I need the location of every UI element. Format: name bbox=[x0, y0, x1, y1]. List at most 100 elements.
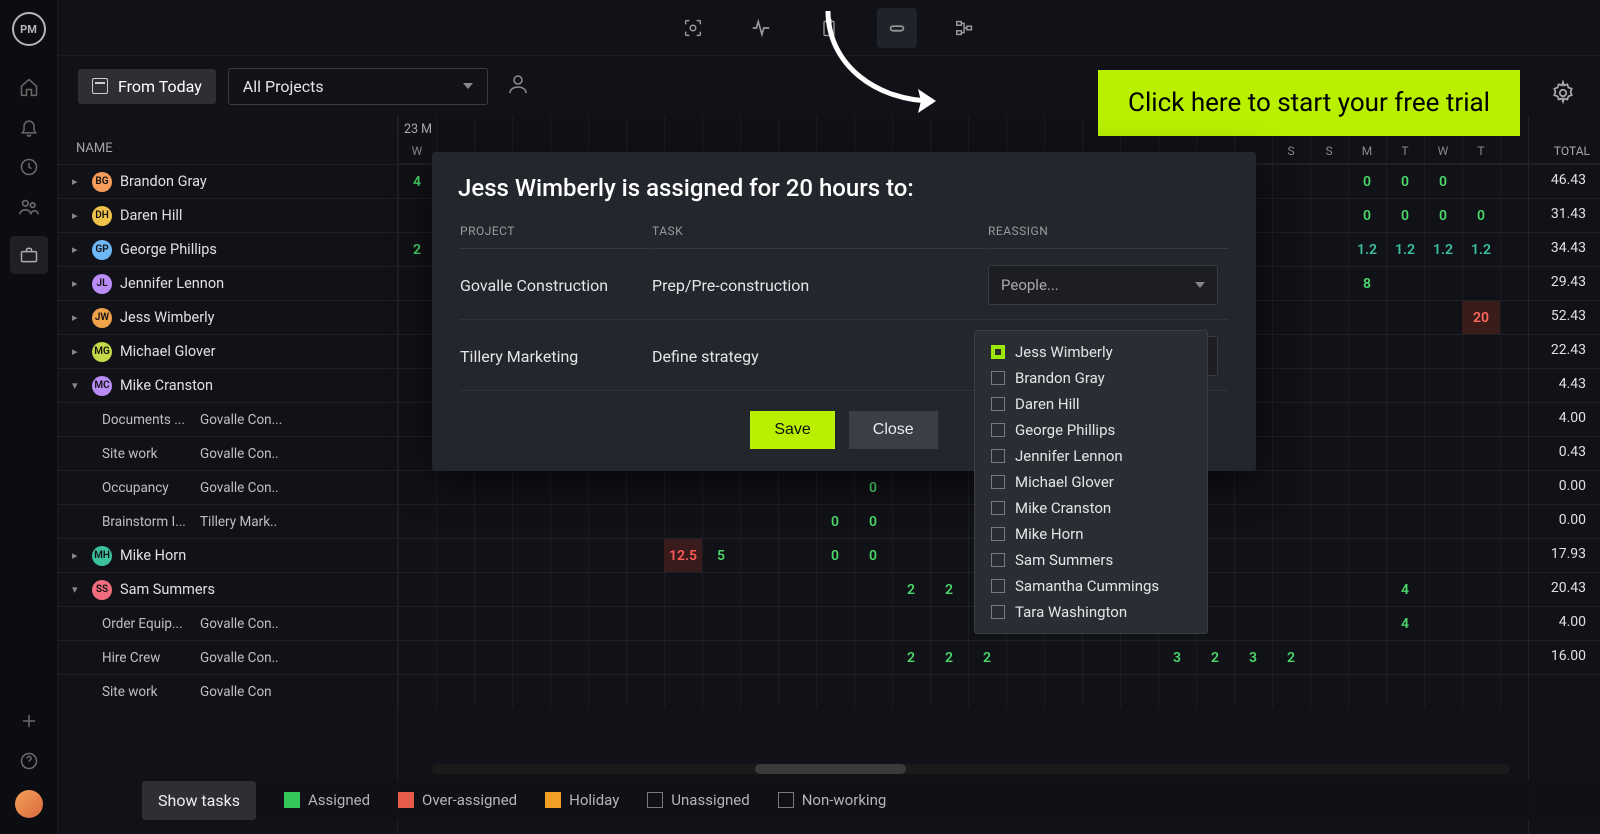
task-row[interactable]: Site workGovalle Con.. bbox=[58, 436, 397, 470]
hours-cell[interactable]: 2 bbox=[968, 641, 1006, 674]
help-icon[interactable] bbox=[18, 750, 40, 772]
dropdown-option[interactable]: George Phillips bbox=[975, 417, 1207, 443]
briefcase-icon[interactable] bbox=[10, 236, 48, 274]
checkbox[interactable] bbox=[991, 605, 1005, 619]
task-row[interactable]: Brainstorm I...Tillery Mark.. bbox=[58, 504, 397, 538]
person-row[interactable]: ▸MHMike Horn bbox=[58, 538, 397, 572]
dropdown-option[interactable]: Jennifer Lennon bbox=[975, 443, 1207, 469]
chevron-down-icon[interactable]: ▾ bbox=[72, 379, 84, 392]
hours-cell[interactable]: 0 bbox=[1424, 199, 1462, 232]
clock-icon[interactable] bbox=[18, 156, 40, 178]
hours-cell[interactable]: 2 bbox=[1196, 641, 1234, 674]
hours-cell[interactable]: 2 bbox=[398, 233, 436, 266]
chevron-right-icon[interactable]: ▸ bbox=[72, 209, 84, 222]
hours-cell[interactable]: 2 bbox=[930, 641, 968, 674]
hours-cell[interactable]: 0 bbox=[1386, 199, 1424, 232]
chevron-right-icon[interactable]: ▸ bbox=[72, 277, 84, 290]
task-row[interactable]: OccupancyGovalle Con.. bbox=[58, 470, 397, 504]
hours-cell[interactable]: 1.2 bbox=[1348, 233, 1386, 266]
chevron-right-icon[interactable]: ▸ bbox=[72, 345, 84, 358]
task-row[interactable]: Order Equip...Govalle Con.. bbox=[58, 606, 397, 640]
dropdown-option[interactable]: Mike Horn bbox=[975, 521, 1207, 547]
checkbox[interactable] bbox=[991, 553, 1005, 567]
person-row[interactable]: ▸JLJennifer Lennon bbox=[58, 266, 397, 300]
checkbox[interactable] bbox=[991, 449, 1005, 463]
task-row[interactable]: Site workGovalle Con bbox=[58, 674, 397, 708]
scan-icon[interactable] bbox=[673, 8, 713, 48]
person-row[interactable]: ▸JWJess Wimberly bbox=[58, 300, 397, 334]
dropdown-option[interactable]: Mike Cranston bbox=[975, 495, 1207, 521]
chevron-right-icon[interactable]: ▸ bbox=[72, 175, 84, 188]
person-filter-icon[interactable] bbox=[506, 72, 530, 100]
dropdown-option[interactable]: Michael Glover bbox=[975, 469, 1207, 495]
horizontal-scrollbar[interactable] bbox=[432, 764, 1510, 774]
bell-icon[interactable] bbox=[18, 116, 40, 138]
person-row[interactable]: ▸GPGeorge Phillips bbox=[58, 232, 397, 266]
hours-cell[interactable]: 4 bbox=[1386, 607, 1424, 640]
hours-cell[interactable]: 2 bbox=[930, 573, 968, 606]
activity-icon[interactable] bbox=[741, 8, 781, 48]
hours-cell[interactable]: 0 bbox=[1386, 165, 1424, 198]
hours-cell[interactable]: 3 bbox=[1158, 641, 1196, 674]
home-icon[interactable] bbox=[18, 76, 40, 98]
checkbox[interactable] bbox=[991, 475, 1005, 489]
from-today-button[interactable]: From Today bbox=[78, 69, 216, 104]
hours-cell[interactable]: 0 bbox=[1348, 165, 1386, 198]
dropdown-option[interactable]: Tara Washington bbox=[975, 599, 1207, 625]
chevron-down-icon[interactable]: ▾ bbox=[72, 583, 84, 596]
hours-cell[interactable]: 2 bbox=[892, 641, 930, 674]
checkbox[interactable] bbox=[991, 371, 1005, 385]
hours-cell[interactable]: 0 bbox=[816, 505, 854, 538]
flow-icon[interactable] bbox=[945, 8, 985, 48]
hours-cell[interactable]: 0 bbox=[854, 505, 892, 538]
hours-cell[interactable]: 0 bbox=[1424, 165, 1462, 198]
checkbox[interactable] bbox=[991, 501, 1005, 515]
chevron-right-icon[interactable]: ▸ bbox=[72, 243, 84, 256]
reassign-select[interactable]: People... bbox=[988, 265, 1218, 305]
hours-cell[interactable]: 12.5 bbox=[664, 539, 702, 572]
hours-cell[interactable]: 20 bbox=[1462, 301, 1500, 334]
hours-cell[interactable]: 4 bbox=[1386, 573, 1424, 606]
dropdown-option[interactable]: Jess Wimberly bbox=[975, 339, 1207, 365]
show-tasks-button[interactable]: Show tasks bbox=[142, 781, 256, 820]
hours-cell[interactable]: 1.2 bbox=[1462, 233, 1500, 266]
checkbox[interactable] bbox=[991, 397, 1005, 411]
hours-cell[interactable]: 0 bbox=[854, 539, 892, 572]
person-row[interactable]: ▸BGBrandon Gray bbox=[58, 164, 397, 198]
user-avatar[interactable] bbox=[15, 790, 43, 818]
person-row[interactable]: ▾MCMike Cranston bbox=[58, 368, 397, 402]
hours-cell[interactable]: 2 bbox=[1272, 641, 1310, 674]
checkbox[interactable] bbox=[991, 345, 1005, 359]
dropdown-option[interactable]: Sam Summers bbox=[975, 547, 1207, 573]
dropdown-option[interactable]: Samantha Cummings bbox=[975, 573, 1207, 599]
hours-cell[interactable]: 3 bbox=[1234, 641, 1272, 674]
chevron-right-icon[interactable]: ▸ bbox=[72, 311, 84, 324]
free-trial-cta[interactable]: Click here to start your free trial bbox=[1098, 70, 1520, 136]
hours-cell[interactable]: 0 bbox=[854, 471, 892, 504]
save-button[interactable]: Save bbox=[750, 411, 834, 449]
task-row[interactable]: Documents ...Govalle Con... bbox=[58, 402, 397, 436]
attachment-icon[interactable] bbox=[877, 8, 917, 48]
chevron-right-icon[interactable]: ▸ bbox=[72, 549, 84, 562]
hours-cell[interactable]: 0 bbox=[816, 539, 854, 572]
checkbox[interactable] bbox=[991, 527, 1005, 541]
hours-cell[interactable]: 0 bbox=[1348, 199, 1386, 232]
person-row[interactable]: ▸MGMichael Glover bbox=[58, 334, 397, 368]
hours-cell[interactable]: 5 bbox=[702, 539, 740, 572]
hours-cell[interactable]: 1.2 bbox=[1424, 233, 1462, 266]
close-button[interactable]: Close bbox=[849, 411, 938, 449]
hours-cell[interactable]: 2 bbox=[892, 573, 930, 606]
people-dropdown[interactable]: Jess WimberlyBrandon GrayDaren HillGeorg… bbox=[974, 330, 1208, 634]
hours-cell[interactable]: 0 bbox=[1462, 199, 1500, 232]
people-icon[interactable] bbox=[18, 196, 40, 218]
person-row[interactable]: ▾SSSam Summers bbox=[58, 572, 397, 606]
hours-cell[interactable]: 1.2 bbox=[1386, 233, 1424, 266]
projects-select[interactable]: All Projects bbox=[228, 68, 488, 105]
dropdown-option[interactable]: Daren Hill bbox=[975, 391, 1207, 417]
clipboard-icon[interactable] bbox=[809, 8, 849, 48]
checkbox[interactable] bbox=[991, 423, 1005, 437]
hours-cell[interactable]: 8 bbox=[1348, 267, 1386, 300]
checkbox[interactable] bbox=[991, 579, 1005, 593]
person-row[interactable]: ▸DHDaren Hill bbox=[58, 198, 397, 232]
task-row[interactable]: Hire CrewGovalle Con.. bbox=[58, 640, 397, 674]
